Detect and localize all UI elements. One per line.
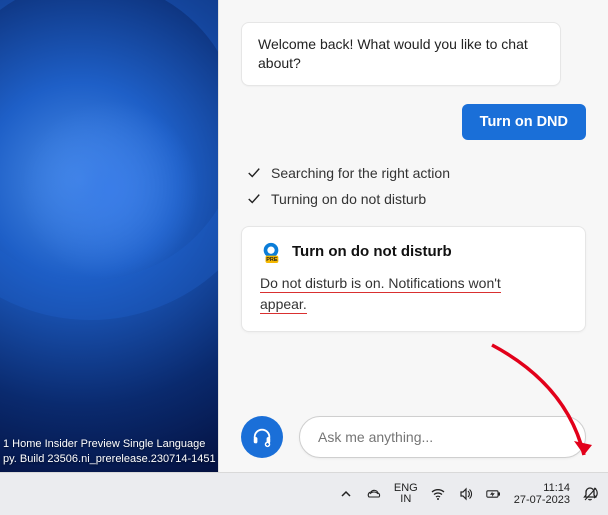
- desc-segment: Do not disturb is on. Notifications won'…: [260, 275, 501, 293]
- copilot-chat-panel: Welcome back! What would you like to cha…: [218, 0, 608, 472]
- settings-app-icon: PRE: [260, 241, 282, 263]
- assistant-message: Welcome back! What would you like to cha…: [241, 22, 561, 86]
- watermark-line2: py. Build 23506.ni_prerelease.230714-145…: [3, 452, 216, 467]
- status-text: Turning on do not disturb: [271, 191, 426, 207]
- notification-dnd-icon[interactable]: [582, 486, 598, 502]
- user-message[interactable]: Turn on DND: [462, 104, 586, 140]
- status-item: Searching for the right action: [241, 160, 586, 186]
- taskbar-clock[interactable]: 11:14 27-07-2023: [514, 482, 570, 506]
- chat-input-row: [241, 416, 586, 458]
- chat-input[interactable]: [299, 416, 586, 458]
- action-result-card: PRE Turn on do not disturb Do not distur…: [241, 226, 586, 332]
- onedrive-icon[interactable]: [366, 486, 382, 502]
- tray-chevron-icon[interactable]: [338, 486, 354, 502]
- action-title: Turn on do not disturb: [292, 243, 452, 260]
- battery-icon[interactable]: [486, 486, 502, 502]
- volume-icon[interactable]: [458, 486, 474, 502]
- lang-region: IN: [394, 494, 418, 505]
- voice-input-button[interactable]: [241, 416, 283, 458]
- desktop-wallpaper: [0, 0, 218, 472]
- watermark-line1: 1 Home Insider Preview Single Language: [3, 437, 216, 452]
- svg-text:PRE: PRE: [266, 257, 278, 263]
- desc-segment: appear.: [260, 296, 307, 314]
- clock-time: 11:14: [514, 482, 570, 494]
- wifi-icon[interactable]: [430, 486, 446, 502]
- windows-watermark: 1 Home Insider Preview Single Language p…: [3, 437, 216, 467]
- check-icon: [247, 192, 261, 206]
- language-indicator[interactable]: ENG IN: [394, 483, 418, 505]
- check-icon: [247, 166, 261, 180]
- status-text: Searching for the right action: [271, 165, 450, 181]
- headset-icon: [251, 426, 273, 448]
- action-description: Do not disturb is on. Notifications won'…: [260, 273, 567, 315]
- clock-date: 27-07-2023: [514, 494, 570, 506]
- taskbar[interactable]: ENG IN 11:14 27-07-2023: [0, 472, 608, 515]
- status-item: Turning on do not disturb: [241, 186, 586, 212]
- action-status-list: Searching for the right action Turning o…: [241, 160, 586, 212]
